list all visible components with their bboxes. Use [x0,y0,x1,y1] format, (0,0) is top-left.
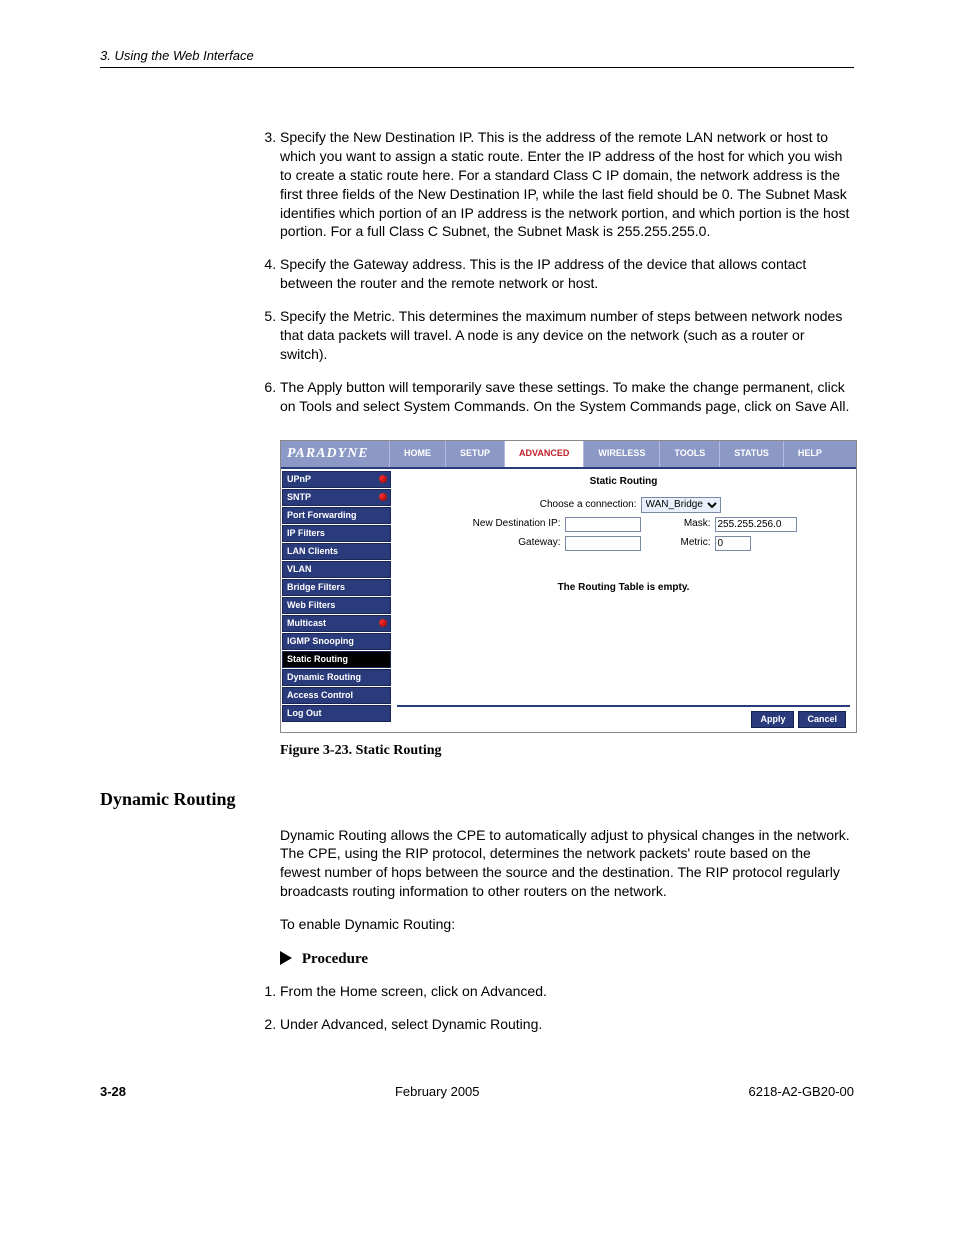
mask-label: Mask: [675,519,711,529]
side-vlan[interactable]: VLAN [282,561,391,578]
choose-conn-select[interactable]: WAN_Bridge [641,497,721,513]
side-upnp-label: UPnP [287,474,311,484]
side-ipfilters[interactable]: IP Filters [282,525,391,542]
brand-logo: PARADYNE [281,441,389,467]
tab-status[interactable]: STATUS [719,441,783,467]
page-header: 3. Using the Web Interface [100,48,854,65]
router-content: Static Routing Choose a connection: WAN_… [391,469,856,732]
side-multicast[interactable]: Multicast [282,615,391,632]
status-dot-icon [379,493,387,501]
page-footer: 3-28 February 2005 6218-A2-GB20-00 [100,1084,854,1099]
tab-setup[interactable]: SETUP [445,441,504,467]
side-webfilt[interactable]: Web Filters [282,597,391,614]
side-sntp-label: SNTP [287,492,311,502]
metric-input[interactable] [715,536,751,551]
side-accesscontrol[interactable]: Access Control [282,687,391,704]
gateway-input[interactable] [565,536,641,551]
metric-label: Metric: [675,538,711,548]
tab-help[interactable]: HELP [783,441,836,467]
step-4: Specify the Gateway address. This is the… [280,255,854,293]
step-5: Specify the Metric. This determines the … [280,307,854,364]
procedure-arrow-icon [280,951,292,965]
tab-home[interactable]: HOME [389,441,445,467]
side-sntp[interactable]: SNTP [282,489,391,506]
footer-date: February 2005 [395,1084,480,1099]
new-dest-input[interactable] [565,517,641,532]
procedure-steps: From the Home screen, click on Advanced.… [280,982,854,1034]
side-multicast-label: Multicast [287,618,326,628]
new-dest-label: New Destination IP: [451,519,561,529]
router-sidebar: UPnP SNTP Port Forwarding IP Filters LAN… [281,469,391,732]
status-dot-icon [379,619,387,627]
mask-input[interactable] [715,517,797,532]
side-upnp[interactable]: UPnP [282,471,391,488]
figure-caption: Figure 3-23. Static Routing [280,743,854,759]
status-dot-icon [379,475,387,483]
steps-top: Specify the New Destination IP. This is … [280,128,854,416]
header-rule [100,67,854,68]
side-portfwd[interactable]: Port Forwarding [282,507,391,524]
tab-advanced[interactable]: ADVANCED [504,441,583,467]
gateway-label: Gateway: [451,538,561,548]
footer-docid: 6218-A2-GB20-00 [748,1084,854,1099]
side-lanclients[interactable]: LAN Clients [282,543,391,560]
side-bridgefilt[interactable]: Bridge Filters [282,579,391,596]
dyn-routing-para: Dynamic Routing allows the CPE to automa… [280,826,854,902]
router-navbar: PARADYNE HOME SETUP ADVANCED WIRELESS TO… [281,441,856,467]
page-number: 3-28 [100,1084,126,1099]
dyn-routing-intro: To enable Dynamic Routing: [280,915,854,934]
side-dynrouting[interactable]: Dynamic Routing [282,669,391,686]
tab-tools[interactable]: TOOLS [659,441,719,467]
cancel-button[interactable]: Cancel [798,711,846,728]
button-bar: Apply Cancel [397,705,850,732]
routing-empty-msg: The Routing Table is empty. [397,583,850,593]
proc-step-2: Under Advanced, select Dynamic Routing. [280,1015,854,1034]
apply-button[interactable]: Apply [751,711,794,728]
section-title: Dynamic Routing [100,789,854,810]
content-title: Static Routing [397,477,850,487]
step-3: Specify the New Destination IP. This is … [280,128,854,241]
step-6: The Apply button will temporarily save t… [280,378,854,416]
side-staticrouting[interactable]: Static Routing [282,651,391,668]
proc-step-1: From the Home screen, click on Advanced. [280,982,854,1001]
tab-wireless[interactable]: WIRELESS [583,441,659,467]
procedure-label: Procedure [302,951,368,967]
side-igmp[interactable]: IGMP Snooping [282,633,391,650]
side-logout[interactable]: Log Out [282,705,391,722]
router-screenshot: PARADYNE HOME SETUP ADVANCED WIRELESS TO… [280,440,855,733]
choose-conn-label: Choose a connection: [527,500,637,510]
